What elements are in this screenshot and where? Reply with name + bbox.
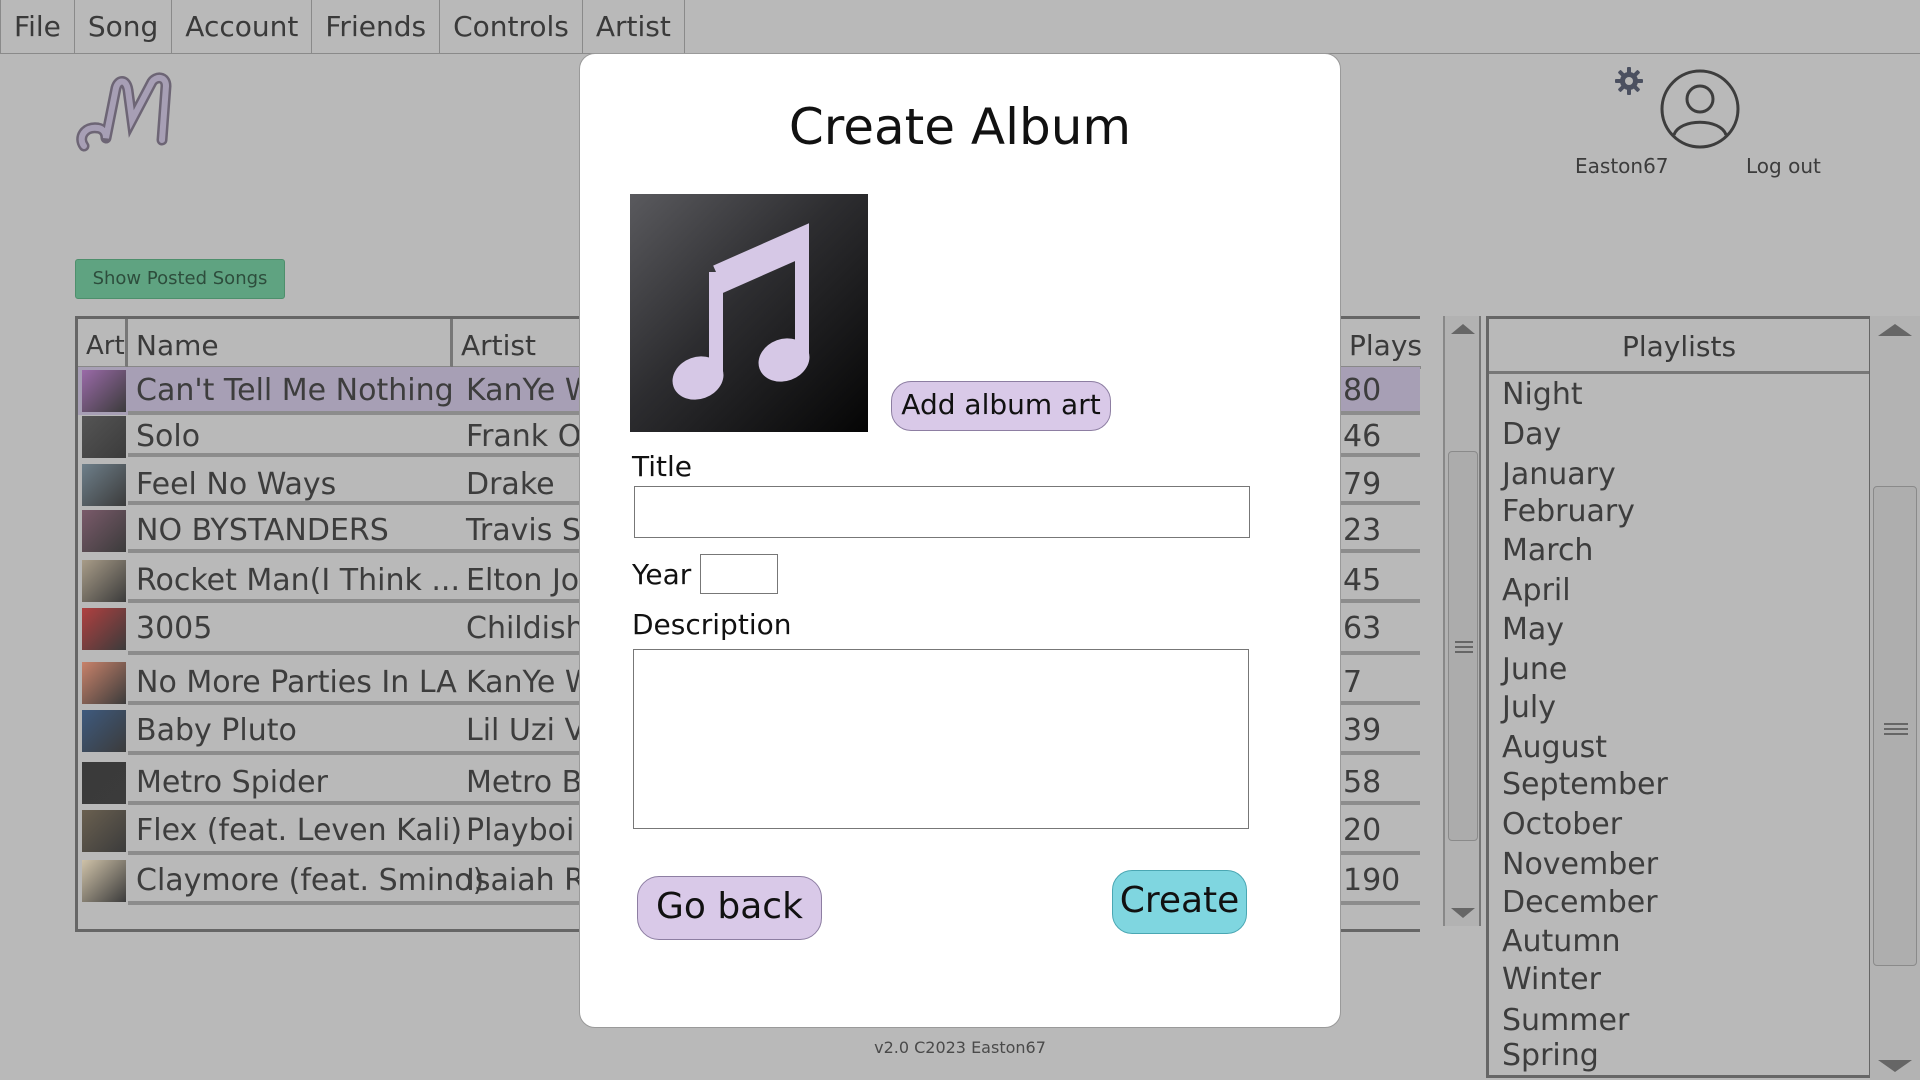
song-name-cell: Metro Spider [136, 765, 328, 800]
album-thumbnail [82, 510, 126, 552]
song-plays-cell: 58 [1343, 765, 1382, 800]
grip-icon [1884, 723, 1908, 735]
create-button[interactable]: Create [1112, 870, 1247, 934]
scroll-down-arrow-icon[interactable] [1878, 1058, 1912, 1074]
song-name-cell: Flex (feat. Leven Kali) [136, 813, 463, 848]
song-artist-cell: Childish [466, 611, 585, 646]
scrollbar-thumb[interactable] [1873, 486, 1917, 966]
playlist-item[interactable]: July [1502, 690, 1556, 725]
menu-account[interactable]: Account [172, 0, 313, 53]
menu-artist[interactable]: Artist [583, 0, 685, 53]
show-posted-songs-button[interactable]: Show Posted Songs [75, 259, 285, 299]
grip-icon [1455, 641, 1473, 653]
song-plays-cell: 63 [1343, 611, 1382, 646]
song-plays-cell: 39 [1343, 713, 1382, 748]
dialog-title: Create Album [788, 98, 1132, 156]
playlist-item[interactable]: June [1502, 652, 1567, 687]
song-name-cell: Baby Pluto [136, 713, 297, 748]
song-plays-cell: 45 [1343, 563, 1382, 598]
song-plays-cell: 20 [1343, 813, 1382, 848]
song-plays-cell: 7 [1343, 665, 1363, 700]
album-thumbnail [82, 710, 126, 752]
add-album-art-button[interactable]: Add album art [891, 381, 1111, 431]
album-year-input[interactable] [700, 554, 778, 594]
column-header-art[interactable]: Art [78, 319, 128, 369]
title-label: Title [632, 450, 693, 483]
menu-bar: File Song Account Friends Controls Artis… [0, 0, 1920, 54]
song-plays-cell: 46 [1343, 419, 1382, 454]
playlists-panel: Playlists Night Day January February March Ap… [1486, 316, 1872, 1078]
song-artist-cell: Travis Sc [466, 513, 598, 548]
playlist-item[interactable]: May [1502, 612, 1564, 647]
menu-controls[interactable]: Controls [440, 0, 583, 53]
song-name-cell: NO BYSTANDERS [136, 513, 389, 548]
song-plays-cell: 190 [1343, 863, 1401, 898]
album-title-input[interactable] [634, 486, 1250, 538]
menu-friends[interactable]: Friends [312, 0, 441, 53]
playlists-header: Playlists [1489, 319, 1869, 374]
song-name-cell: Rocket Man(I Think ... [136, 563, 460, 598]
song-name-cell: Solo [136, 419, 201, 454]
playlist-item[interactable]: Summer [1502, 1003, 1629, 1038]
playlist-item[interactable]: April [1502, 573, 1571, 608]
menu-file[interactable]: File [0, 0, 75, 53]
playlist-item[interactable]: February [1502, 494, 1635, 529]
playlist-item[interactable]: Autumn [1502, 924, 1621, 959]
playlist-item[interactable]: Night [1502, 377, 1583, 412]
username-label: Easton67 [1575, 154, 1669, 178]
playlist-item[interactable]: November [1502, 847, 1658, 882]
album-thumbnail [82, 416, 126, 458]
playlist-item[interactable]: August [1502, 730, 1607, 765]
album-thumbnail [82, 860, 126, 902]
playlist-item[interactable]: Day [1502, 417, 1561, 452]
scroll-down-arrow-icon[interactable] [1451, 906, 1475, 920]
app-logo-icon [76, 72, 172, 152]
playlist-item[interactable]: Winter [1502, 962, 1601, 997]
playlist-item[interactable]: September [1502, 767, 1668, 802]
song-name-cell: 3005 [136, 611, 213, 646]
playlist-item[interactable]: January [1502, 457, 1616, 492]
song-plays-cell: 23 [1343, 513, 1382, 548]
menu-song[interactable]: Song [75, 0, 173, 53]
user-avatar-icon[interactable] [1659, 68, 1741, 150]
music-note-icon [672, 223, 810, 400]
playlist-item[interactable]: March [1502, 533, 1593, 568]
album-description-textarea[interactable] [633, 649, 1249, 829]
year-label: Year [632, 558, 692, 591]
scroll-up-arrow-icon[interactable] [1451, 322, 1475, 336]
create-album-dialog: Create Album Add album art Title Year De… [579, 53, 1341, 1028]
description-label: Description [632, 608, 792, 641]
playlist-item[interactable]: October [1502, 807, 1622, 842]
playlists-scrollbar[interactable] [1870, 316, 1920, 1080]
song-name-cell: Claymore (feat. Smino) [136, 863, 485, 898]
song-name-cell: Can't Tell Me Nothing [136, 373, 454, 408]
scrollbar-thumb[interactable] [1448, 451, 1478, 841]
song-plays-cell: 79 [1343, 467, 1382, 502]
album-thumbnail [82, 662, 126, 704]
album-thumbnail [82, 810, 126, 852]
song-artist-cell: KanYe W [466, 373, 595, 408]
logout-link[interactable]: Log out [1746, 154, 1821, 178]
songs-scrollbar[interactable] [1443, 316, 1481, 926]
go-back-button[interactable]: Go back [637, 876, 822, 940]
version-footer: v2.0 C2023 Easton67 [874, 1038, 1046, 1057]
song-artist-cell: Drake [466, 467, 555, 502]
album-thumbnail [82, 762, 126, 804]
column-header-plays[interactable]: Plays [1341, 319, 1422, 369]
column-header-name[interactable]: Name [128, 319, 453, 369]
album-art-preview [630, 194, 868, 432]
gear-icon[interactable] [1614, 66, 1644, 96]
playlist-item[interactable]: December [1502, 885, 1658, 920]
album-thumbnail [82, 608, 126, 650]
album-thumbnail [82, 560, 126, 602]
song-artist-cell: KanYe W [466, 665, 595, 700]
album-thumbnail [82, 464, 126, 506]
song-name-cell: No More Parties In LA [136, 665, 457, 700]
album-thumbnail [82, 370, 126, 412]
scroll-up-arrow-icon[interactable] [1878, 322, 1912, 338]
song-plays-cell: 80 [1343, 373, 1382, 408]
song-name-cell: Feel No Ways [136, 467, 337, 502]
